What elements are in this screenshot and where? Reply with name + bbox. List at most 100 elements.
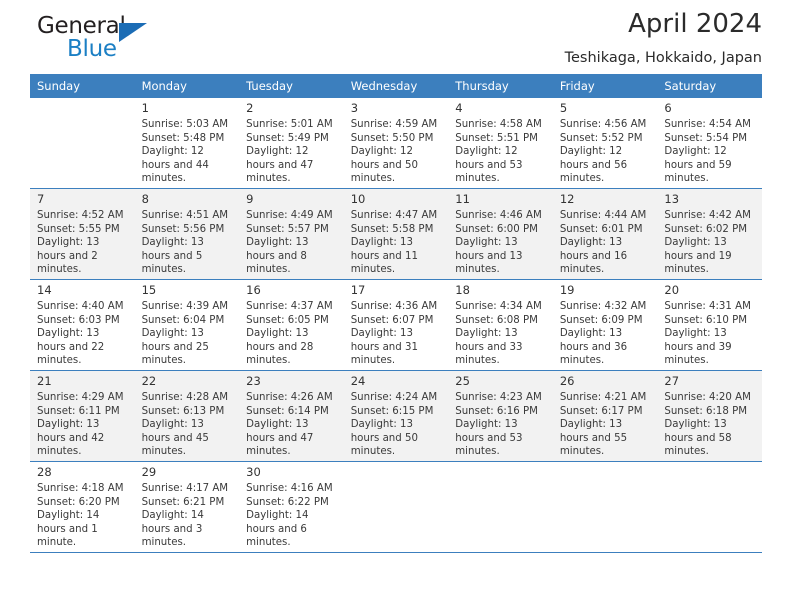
calendar-day-cell[interactable]: 22 Sunrise: 4:28 AM Sunset: 6:13 PM Dayligh… (134, 371, 240, 461)
day-cell-inner: 28 Sunrise: 4:18 AM Sunset: 6:20 PM Dayligh… (30, 462, 135, 552)
day-details: Sunrise: 4:31 AM Sunset: 6:10 PM Daylight:… (657, 297, 762, 368)
sunrise-text: Sunrise: 4:44 AM (559, 210, 647, 221)
day-details: Sunrise: 4:59 AM Sunset: 5:50 PM Daylight:… (344, 115, 449, 186)
day-details: Sunrise: 5:01 AM Sunset: 5:49 PM Daylight:… (239, 115, 344, 186)
sunrise-text: Sunrise: 5:03 AM (141, 119, 229, 130)
page-title: April 2024 (628, 9, 762, 39)
day-details: Sunrise: 4:54 AM Sunset: 5:54 PM Daylight:… (657, 115, 762, 186)
calendar-day-cell[interactable]: 16 Sunrise: 4:37 AM Sunset: 6:05 PM Dayligh… (239, 280, 344, 370)
day-number: 5 (559, 101, 568, 115)
daylight-text: Daylight: 13 hours and 45 minutes. (141, 419, 209, 458)
calendar-day-cell[interactable]: 20 Sunrise: 4:31 AM Sunset: 6:10 PM Dayligh… (657, 280, 762, 370)
daylight-text: Daylight: 14 hours and 1 minute. (37, 510, 100, 549)
sunrise-text: Sunrise: 4:34 AM (455, 301, 542, 312)
calendar-day-cell[interactable]: 25 Sunrise: 4:23 AM Sunset: 6:16 PM Dayligh… (448, 371, 553, 461)
title-block: April 2024 Teshikaga, Hokkaido, Japan (565, 0, 762, 66)
day-cell-inner: 11 Sunrise: 4:46 AM Sunset: 6:00 PM Dayligh… (448, 189, 553, 279)
daylight-text: Daylight: 13 hours and 53 minutes. (455, 419, 523, 458)
sunset-text: Sunset: 5:50 PM (350, 132, 434, 144)
sunrise-text: Sunrise: 4:54 AM (664, 119, 751, 130)
calendar-day-cell[interactable]: 3 Sunrise: 4:59 AM Sunset: 5:50 PM Daylight… (343, 98, 449, 188)
day-number: 4 (455, 101, 463, 115)
calendar-day-cell[interactable]: 12 Sunrise: 4:44 AM Sunset: 6:01 PM Dayligh… (552, 189, 658, 279)
day-cell-inner: 15 Sunrise: 4:39 AM Sunset: 6:04 PM Dayligh… (134, 280, 240, 370)
day-number: 22 (141, 374, 157, 388)
daylight-text: Daylight: 13 hours and 11 minutes. (350, 237, 418, 276)
day-number: 29 (141, 465, 157, 479)
day-cell-inner: 10 Sunrise: 4:47 AM Sunset: 5:58 PM Dayligh… (343, 189, 449, 279)
day-number: 25 (455, 374, 470, 388)
page-header: General Blue April 2024 Teshikaga, Hokka… (30, 0, 762, 74)
calendar-day-cell[interactable]: 15 Sunrise: 4:39 AM Sunset: 6:04 PM Dayligh… (134, 280, 240, 370)
daylight-text: Daylight: 12 hours and 56 minutes. (559, 146, 628, 185)
calendar-day-cell[interactable]: 8 Sunrise: 4:51 AM Sunset: 5:56 PM Daylight… (134, 189, 240, 279)
week-separator (30, 552, 762, 553)
daylight-text: Daylight: 13 hours and 47 minutes. (246, 419, 314, 458)
weekday-header-wednesday: Wednesday (343, 74, 449, 98)
calendar-day-cell[interactable]: 30 Sunrise: 4:16 AM Sunset: 6:22 PM Dayligh… (239, 462, 344, 552)
daylight-text: Daylight: 13 hours and 28 minutes. (246, 328, 314, 367)
sunrise-text: Sunrise: 4:56 AM (559, 119, 647, 130)
day-details: Sunrise: 4:52 AM Sunset: 5:55 PM Daylight:… (30, 206, 135, 277)
day-details: Sunrise: 4:32 AM Sunset: 6:09 PM Daylight:… (553, 297, 658, 368)
day-cell-inner: 13 Sunrise: 4:42 AM Sunset: 6:02 PM Dayligh… (657, 189, 762, 279)
calendar-day-cell[interactable]: 23 Sunrise: 4:26 AM Sunset: 6:14 PM Dayligh… (239, 371, 344, 461)
calendar-day-cell[interactable]: 29 Sunrise: 4:17 AM Sunset: 6:21 PM Dayligh… (134, 462, 240, 552)
day-cell-inner: 12 Sunrise: 4:44 AM Sunset: 6:01 PM Dayligh… (552, 189, 658, 279)
calendar-week-row: 28 Sunrise: 4:18 AM Sunset: 6:20 PM Dayligh… (30, 462, 762, 552)
calendar-day-cell[interactable]: 27 Sunrise: 4:20 AM Sunset: 6:18 PM Dayligh… (657, 371, 762, 461)
sunset-text: Sunset: 5:48 PM (141, 132, 225, 144)
calendar-day-cell[interactable]: 14 Sunrise: 4:40 AM Sunset: 6:03 PM Dayligh… (30, 280, 135, 370)
day-cell-inner: 22 Sunrise: 4:28 AM Sunset: 6:13 PM Dayligh… (134, 371, 240, 461)
sunrise-text: Sunrise: 4:18 AM (37, 483, 124, 494)
day-details: Sunrise: 5:03 AM Sunset: 5:48 PM Daylight:… (135, 115, 240, 186)
generalblue-logo[interactable]: General Blue (37, 13, 217, 69)
calendar-day-cell[interactable]: 9 Sunrise: 4:49 AM Sunset: 5:57 PM Daylight… (239, 189, 344, 279)
daylight-text: Daylight: 12 hours and 44 minutes. (141, 146, 209, 185)
day-number: 27 (664, 374, 680, 388)
day-cell-inner: 1 Sunrise: 5:03 AM Sunset: 5:48 PM Daylight… (134, 98, 240, 188)
calendar-day-cell[interactable]: 1 Sunrise: 5:03 AM Sunset: 5:48 PM Daylight… (134, 98, 240, 188)
sunrise-text: Sunrise: 4:46 AM (455, 210, 542, 221)
calendar-day-cell[interactable]: 4 Sunrise: 4:58 AM Sunset: 5:51 PM Daylight… (448, 98, 553, 188)
sunset-text: Sunset: 5:51 PM (455, 132, 538, 144)
day-details: Sunrise: 4:36 AM Sunset: 6:07 PM Daylight:… (344, 297, 449, 368)
calendar-day-cell[interactable]: 18 Sunrise: 4:34 AM Sunset: 6:08 PM Dayligh… (448, 280, 553, 370)
day-number: 24 (350, 374, 366, 388)
calendar-day-cell[interactable]: 21 Sunrise: 4:29 AM Sunset: 6:11 PM Dayligh… (30, 371, 135, 461)
sunrise-text: Sunrise: 4:26 AM (246, 392, 333, 403)
sunset-text: Sunset: 5:52 PM (559, 132, 643, 144)
calendar-day-cell[interactable]: 11 Sunrise: 4:46 AM Sunset: 6:00 PM Dayligh… (448, 189, 553, 279)
calendar-day-cell (344, 462, 449, 552)
sunset-text: Sunset: 6:09 PM (559, 314, 643, 326)
calendar-day-cell[interactable]: 13 Sunrise: 4:42 AM Sunset: 6:02 PM Dayligh… (657, 189, 762, 279)
sunrise-text: Sunrise: 4:28 AM (141, 392, 229, 403)
calendar-day-cell[interactable]: 17 Sunrise: 4:36 AM Sunset: 6:07 PM Dayligh… (343, 280, 449, 370)
calendar-day-cell[interactable]: 7 Sunrise: 4:52 AM Sunset: 5:55 PM Daylight… (30, 189, 135, 279)
day-cell-inner: 8 Sunrise: 4:51 AM Sunset: 5:56 PM Daylight… (134, 189, 240, 279)
day-cell-inner: 17 Sunrise: 4:36 AM Sunset: 6:07 PM Dayligh… (343, 280, 449, 370)
calendar-day-cell[interactable]: 10 Sunrise: 4:47 AM Sunset: 5:58 PM Dayligh… (343, 189, 449, 279)
calendar-day-cell[interactable]: 28 Sunrise: 4:18 AM Sunset: 6:20 PM Dayligh… (30, 462, 135, 552)
calendar-week-row: 21 Sunrise: 4:29 AM Sunset: 6:11 PM Dayligh… (30, 371, 762, 461)
day-cell-inner: 18 Sunrise: 4:34 AM Sunset: 6:08 PM Dayligh… (448, 280, 553, 370)
day-cell-inner: 20 Sunrise: 4:31 AM Sunset: 6:10 PM Dayligh… (657, 280, 762, 370)
day-number: 8 (141, 192, 149, 206)
sunset-text: Sunset: 6:04 PM (141, 314, 225, 326)
calendar-day-cell[interactable]: 5 Sunrise: 4:56 AM Sunset: 5:52 PM Daylight… (552, 98, 658, 188)
sunrise-text: Sunrise: 4:36 AM (350, 301, 438, 312)
calendar-day-cell[interactable]: 24 Sunrise: 4:24 AM Sunset: 6:15 PM Dayligh… (343, 371, 449, 461)
day-cell-inner: 6 Sunrise: 4:54 AM Sunset: 5:54 PM Daylight… (657, 98, 762, 188)
day-number: 15 (141, 283, 157, 297)
calendar-day-cell[interactable]: 6 Sunrise: 4:54 AM Sunset: 5:54 PM Daylight… (657, 98, 762, 188)
calendar-day-cell[interactable]: 26 Sunrise: 4:21 AM Sunset: 6:17 PM Dayligh… (552, 371, 658, 461)
calendar-day-cell[interactable]: 2 Sunrise: 5:01 AM Sunset: 5:49 PM Daylight… (239, 98, 344, 188)
day-details: Sunrise: 4:24 AM Sunset: 6:15 PM Daylight:… (344, 388, 449, 459)
calendar-week-row: 1 Sunrise: 5:03 AM Sunset: 5:48 PM Daylight… (30, 98, 762, 188)
sunset-text: Sunset: 6:13 PM (141, 405, 225, 417)
daylight-text: Daylight: 13 hours and 13 minutes. (455, 237, 523, 276)
sunrise-text: Sunrise: 4:23 AM (455, 392, 542, 403)
calendar-day-cell[interactable]: 19 Sunrise: 4:32 AM Sunset: 6:09 PM Dayligh… (552, 280, 658, 370)
daylight-text: Daylight: 13 hours and 8 minutes. (246, 237, 309, 276)
day-cell-inner: 2 Sunrise: 5:01 AM Sunset: 5:49 PM Daylight… (239, 98, 344, 188)
